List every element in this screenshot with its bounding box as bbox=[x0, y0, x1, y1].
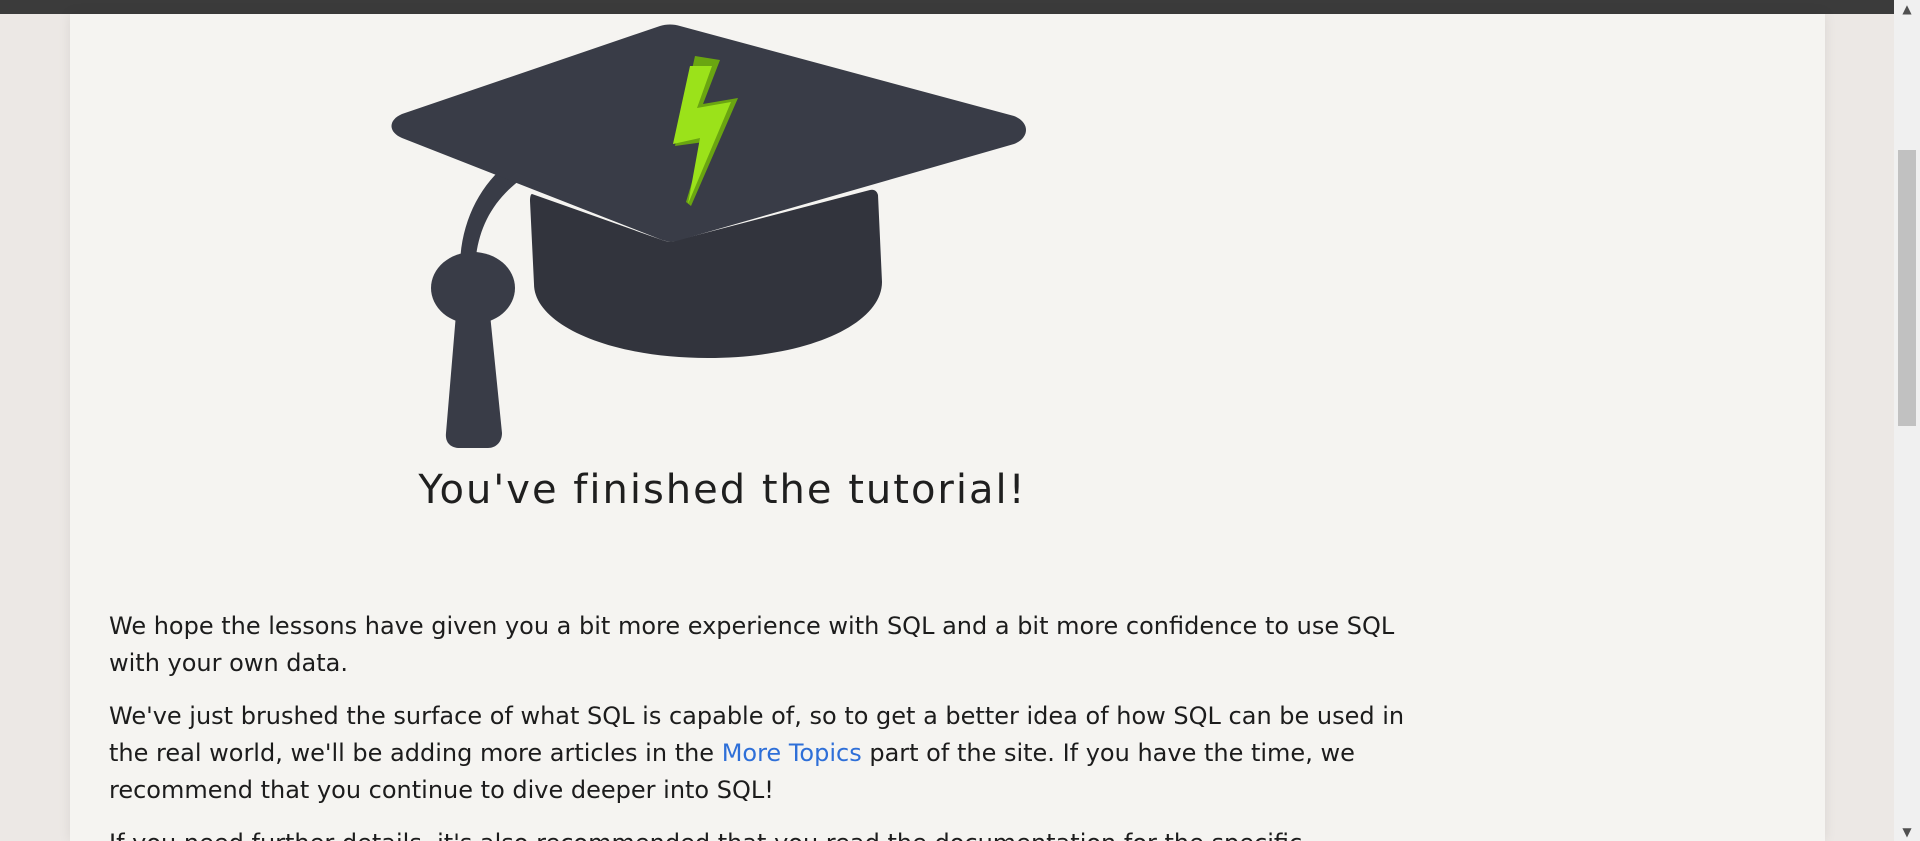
finish-title: You've finished the tutorial! bbox=[418, 467, 1027, 513]
tassel-hang bbox=[445, 314, 502, 448]
scroll-thumb[interactable] bbox=[1898, 150, 1916, 426]
scroll-down-arrow[interactable]: ▼ bbox=[1894, 823, 1920, 841]
more-topics-link[interactable]: More Topics bbox=[722, 739, 862, 767]
scroll-up-arrow[interactable]: ▲ bbox=[1894, 0, 1920, 18]
paragraph-more-topics: We've just brushed the surface of what S… bbox=[109, 698, 1409, 809]
tutorial-content: We hope the lessons have given you a bit… bbox=[109, 608, 1409, 841]
tutorial-page: You've finished the tutorial! We hope th… bbox=[70, 14, 1825, 841]
graduation-cap-illustration bbox=[390, 14, 1130, 458]
tassel-knot bbox=[431, 252, 515, 324]
page-scrollbar[interactable]: ▲ ▼ bbox=[1894, 0, 1920, 841]
paragraph-documentation: If you need further details, it's also r… bbox=[109, 825, 1409, 841]
browser-top-bar bbox=[0, 0, 1920, 14]
paragraph-intro: We hope the lessons have given you a bit… bbox=[109, 612, 1395, 677]
graduation-cap-icon bbox=[391, 24, 1026, 448]
